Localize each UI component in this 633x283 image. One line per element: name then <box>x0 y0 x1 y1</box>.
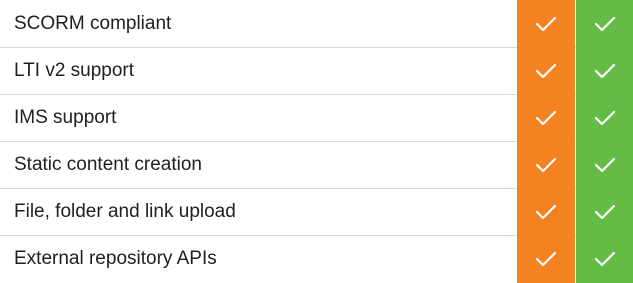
feature-label: LTI v2 support <box>14 60 135 81</box>
product-a-cell <box>517 188 575 235</box>
product-a-cell <box>517 47 575 94</box>
product-a-cell <box>517 0 575 47</box>
check-icon <box>535 16 557 31</box>
table-row: File, folder and link upload <box>0 188 633 236</box>
table-row: SCORM compliant <box>0 0 633 48</box>
table-row: External repository APIs <box>0 235 633 283</box>
table-row: IMS support <box>0 94 633 142</box>
feature-label: External repository APIs <box>14 248 217 269</box>
table-row: LTI v2 support <box>0 47 633 95</box>
feature-comparison-table: SCORM compliant LTI v2 support IMS suppo… <box>0 0 633 283</box>
product-b-cell <box>576 141 633 188</box>
check-icon <box>594 204 616 219</box>
check-icon <box>535 110 557 125</box>
check-icon <box>535 204 557 219</box>
product-b-cell <box>576 235 633 283</box>
product-a-cell <box>517 235 575 283</box>
product-b-cell <box>576 0 633 47</box>
product-b-cell <box>576 188 633 235</box>
product-a-cell <box>517 141 575 188</box>
table-row: Static content creation <box>0 141 633 189</box>
check-icon <box>535 251 557 267</box>
check-icon <box>535 157 557 172</box>
check-icon <box>594 63 616 78</box>
check-icon <box>594 251 616 267</box>
product-a-cell <box>517 94 575 141</box>
product-b-cell <box>576 94 633 141</box>
check-icon <box>594 157 616 172</box>
check-icon <box>535 63 557 78</box>
product-b-cell <box>576 47 633 94</box>
feature-label: Static content creation <box>14 154 202 175</box>
check-icon <box>594 16 616 31</box>
feature-label: IMS support <box>14 107 117 128</box>
check-icon <box>594 110 616 125</box>
feature-label: File, folder and link upload <box>14 201 236 222</box>
feature-label: SCORM compliant <box>14 13 172 34</box>
